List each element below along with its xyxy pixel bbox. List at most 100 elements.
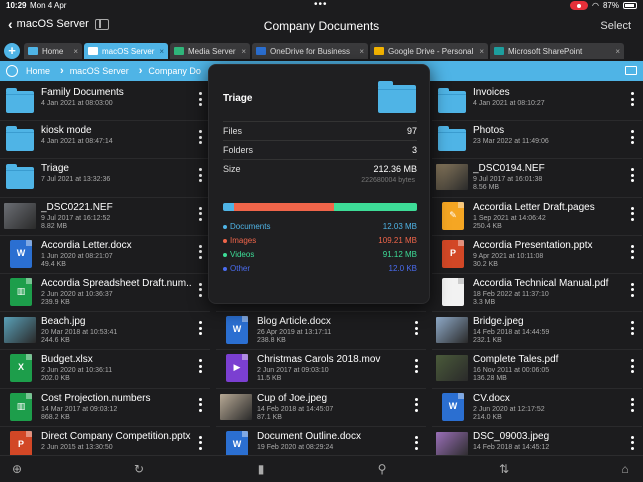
more-options-icon[interactable] bbox=[631, 206, 634, 221]
more-options-icon[interactable] bbox=[199, 206, 202, 221]
file-item[interactable]: _DSC0221.NEF 9 Jul 2017 at 16:12:52 8.82 M… bbox=[0, 198, 210, 236]
file-item[interactable]: Beach.jpg 20 Mar 2018 at 10:53:41 244.6 KB bbox=[0, 312, 210, 351]
file-item[interactable]: W CV.docx 2 Jun 2020 at 12:17:52 214.0 KB bbox=[432, 389, 642, 427]
folder-icon bbox=[6, 126, 34, 152]
file-glyph: ▥ bbox=[16, 400, 26, 411]
file-glyph: W bbox=[232, 438, 242, 449]
tab-1[interactable]: macOS Server × bbox=[84, 43, 168, 59]
more-options-icon[interactable] bbox=[631, 92, 634, 106]
file-item[interactable]: ▥ Accordia Spreadsheet Draft.num... 2 Jun … bbox=[0, 274, 210, 313]
close-icon[interactable]: × bbox=[475, 47, 484, 56]
close-icon[interactable]: × bbox=[69, 47, 78, 56]
tab-0[interactable]: Home × bbox=[24, 43, 82, 59]
file-item[interactable]: W Blog Article.docx 26 Apr 2019 at 13:17:1… bbox=[216, 312, 426, 351]
tab-4[interactable]: Google Drive - Personal × bbox=[370, 43, 488, 59]
file-meta: 16 Nov 2011 at 00:06:05 136.28 MB bbox=[473, 367, 549, 383]
more-options-icon[interactable] bbox=[199, 282, 202, 297]
file-item[interactable]: X Budget.xlsx 2 Jun 2020 at 10:36:11 202.0 … bbox=[0, 350, 210, 389]
file-item[interactable]: ✎ Accordia Letter Draft.pages 1 Sep 2021 a… bbox=[432, 198, 642, 236]
file-item[interactable]: Bridge.jpeg 14 Feb 2018 at 14:44:59 232.1 … bbox=[432, 312, 642, 351]
more-options-icon[interactable] bbox=[631, 130, 634, 145]
tab-label: macOS Server bbox=[102, 46, 155, 56]
file-date: 9 Apr 2021 at 10:11:08 bbox=[473, 252, 544, 260]
legend-dot bbox=[223, 238, 227, 243]
file-item[interactable]: Family Documents 4 Jan 2021 at 08:03:00 bbox=[0, 83, 210, 122]
more-options-icon[interactable] bbox=[631, 359, 634, 374]
tab-3[interactable]: OneDrive for Business × bbox=[252, 43, 368, 59]
more-options-icon[interactable] bbox=[199, 435, 202, 450]
file-item[interactable]: Cup of Joe.jpeg 14 Feb 2018 at 14:45:07 87… bbox=[216, 389, 426, 427]
more-options-icon[interactable] bbox=[199, 397, 202, 412]
size-label: Size bbox=[223, 164, 241, 174]
file-meta: 2 Jun 2020 at 10:36:11 202.0 KB bbox=[41, 367, 112, 383]
more-options-icon[interactable] bbox=[199, 92, 202, 106]
more-options-icon[interactable] bbox=[199, 168, 202, 183]
file-glyph: W bbox=[448, 400, 458, 411]
file-size: 244.6 KB bbox=[41, 337, 70, 345]
more-options-icon[interactable] bbox=[631, 397, 634, 412]
file-date: 26 Apr 2019 at 13:17:11 bbox=[257, 329, 332, 337]
image-thumbnail bbox=[436, 164, 468, 191]
add-circle-icon[interactable]: ⊕ bbox=[10, 462, 24, 476]
more-options-icon[interactable] bbox=[631, 282, 634, 297]
more-options-icon[interactable] bbox=[199, 359, 202, 374]
add-tab-button[interactable]: + bbox=[4, 43, 20, 59]
tab-2[interactable]: Media Server × bbox=[170, 43, 250, 59]
tab-label: OneDrive for Business bbox=[270, 46, 351, 56]
close-icon[interactable]: × bbox=[355, 47, 364, 56]
more-options-icon[interactable] bbox=[415, 321, 418, 336]
legend-value: 12.03 MB bbox=[382, 222, 417, 231]
file-glyph: P bbox=[449, 247, 456, 258]
file-item[interactable]: ▶ Christmas Carols 2018.mov 2 Jun 2017 at … bbox=[216, 350, 426, 389]
refresh-icon[interactable]: ↻ bbox=[132, 462, 146, 476]
file-item[interactable]: Triage 7 Jul 2021 at 13:32:36 bbox=[0, 159, 210, 198]
more-options-icon[interactable] bbox=[415, 397, 418, 412]
file-date: 4 Jan 2021 at 08:03:00 bbox=[41, 100, 113, 107]
breadcrumb-home[interactable]: Home bbox=[26, 66, 50, 76]
bookmark-icon[interactable]: ▮ bbox=[254, 462, 268, 476]
file-item[interactable]: kiosk mode 4 Jan 2021 at 08:47:14 bbox=[0, 121, 210, 160]
more-options-icon[interactable] bbox=[199, 244, 202, 259]
close-icon[interactable]: × bbox=[237, 47, 246, 56]
more-options-icon[interactable] bbox=[631, 435, 634, 450]
file-date: 2 Jun 2017 at 09:03:10 bbox=[257, 367, 329, 375]
close-icon[interactable]: × bbox=[611, 47, 620, 56]
sort-icon[interactable]: ⇅ bbox=[497, 462, 511, 476]
file-item[interactable]: P Accordia Presentation.pptx 9 Apr 2021 at… bbox=[432, 236, 642, 274]
home-icon[interactable]: ⌂ bbox=[618, 462, 632, 476]
legend-value: 109.21 MB bbox=[378, 236, 417, 245]
file-item[interactable]: Accordia Technical Manual.pdf 18 Feb 2022… bbox=[432, 274, 642, 313]
breadcrumb-current[interactable]: Company Do bbox=[148, 66, 201, 76]
history-icon[interactable] bbox=[6, 65, 18, 77]
file-item[interactable]: Complete Tales.pdf 16 Nov 2011 at 00:06:0… bbox=[432, 350, 642, 389]
file-date: 2 Jun 2020 at 10:36:37 bbox=[41, 290, 113, 298]
keyboard-icon[interactable] bbox=[625, 66, 637, 75]
server-icon bbox=[174, 47, 184, 55]
more-options-icon[interactable] bbox=[415, 359, 418, 374]
word-file-icon: W bbox=[226, 316, 248, 345]
file-item[interactable]: Photos 23 Mar 2022 at 11:49:06 bbox=[432, 121, 642, 160]
file-item[interactable]: W Accordia Letter.docx 1 Jun 2020 at 08:21… bbox=[0, 236, 210, 274]
file-name: Direct Company Competition.pptx bbox=[41, 430, 191, 442]
battery-percent: 87% bbox=[602, 1, 619, 10]
file-date: 20 Mar 2018 at 10:53:41 bbox=[41, 329, 118, 337]
search-icon[interactable]: ⚲ bbox=[375, 462, 389, 476]
more-options-icon[interactable] bbox=[631, 321, 634, 336]
file-date: 7 Jul 2021 at 13:32:36 bbox=[41, 176, 111, 184]
tab-5[interactable]: Microsoft SharePoint × bbox=[490, 43, 624, 59]
select-button[interactable]: Select bbox=[600, 20, 631, 32]
breadcrumb-server[interactable]: macOS Server bbox=[70, 66, 129, 76]
more-options-icon[interactable] bbox=[415, 435, 418, 450]
more-options-icon[interactable] bbox=[199, 321, 202, 336]
status-date: Mon 4 Apr bbox=[30, 1, 67, 10]
file-item[interactable]: _DSC0194.NEF 9 Jul 2017 at 16:01:38 8.56 M… bbox=[432, 159, 642, 198]
server-icon bbox=[88, 47, 98, 55]
file-item[interactable]: ▥ Cost Projection.numbers 14 Mar 2017 at 0… bbox=[0, 389, 210, 427]
file-item[interactable]: Invoices 4 Jan 2021 at 08:10:27 bbox=[432, 83, 642, 122]
more-options-icon[interactable] bbox=[631, 168, 634, 183]
more-options-icon[interactable] bbox=[199, 130, 202, 145]
more-options-icon[interactable] bbox=[631, 244, 634, 259]
close-icon[interactable]: × bbox=[155, 47, 164, 56]
ppt-file-icon: P bbox=[442, 239, 464, 268]
multitasking-dots-icon[interactable]: ••• bbox=[314, 0, 328, 10]
